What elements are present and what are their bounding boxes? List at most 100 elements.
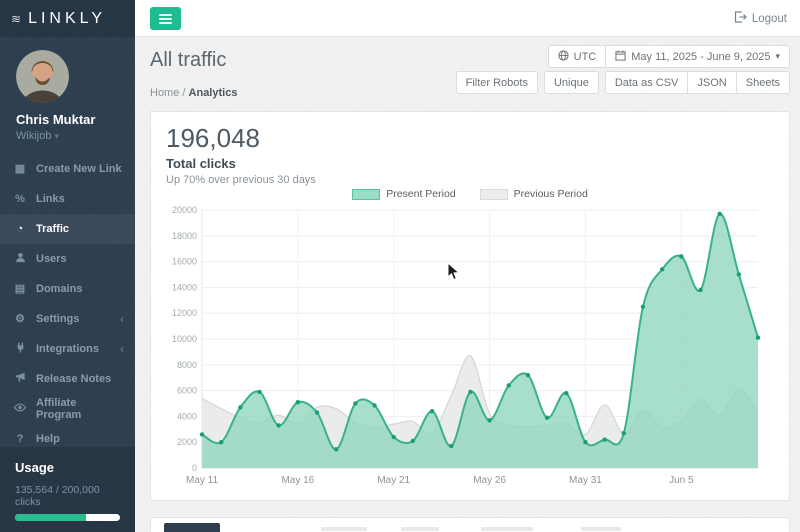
- logo[interactable]: ≋ LINKLY: [0, 0, 135, 37]
- svg-text:20000: 20000: [172, 205, 197, 215]
- sidebar-nav: ▦ Create New Link % Links ◔ Traffic User…: [0, 154, 135, 454]
- user-name: Chris Muktar: [16, 112, 96, 127]
- page-title: All traffic: [150, 49, 227, 71]
- export-group: Data as CSV JSON Sheets: [604, 71, 790, 94]
- sidebar-item-domains[interactable]: ▤ Domains: [0, 274, 135, 304]
- usage-clicks-text: 135,564 / 200,000 clicks: [15, 484, 100, 508]
- svg-text:18000: 18000: [172, 231, 197, 241]
- ghost-text: [321, 527, 367, 531]
- logout-label: Logout: [751, 12, 787, 25]
- svg-text:May 26: May 26: [473, 475, 506, 486]
- breadcrumb-separator: /: [182, 87, 186, 99]
- data-as-csv-button[interactable]: Data as CSV: [604, 71, 689, 94]
- unique-button[interactable]: Unique: [543, 71, 599, 94]
- usage-progress-bar: [15, 514, 120, 521]
- legend-present-period[interactable]: Present Period: [352, 188, 456, 200]
- link-percent-icon: %: [15, 192, 25, 205]
- question-icon: ?: [16, 432, 24, 445]
- svg-text:14000: 14000: [172, 282, 197, 292]
- ghost-text: [581, 527, 621, 531]
- total-clicks-label: Total clicks: [166, 156, 236, 171]
- traffic-card: 196,048 Total clicks Up 70% over previou…: [150, 111, 790, 501]
- chart-legend: Present Period Previous Period: [166, 188, 774, 200]
- total-clicks-subtitle: Up 70% over previous 30 days: [166, 174, 316, 186]
- sidebar-item-integrations[interactable]: Integrations ‹: [0, 334, 135, 364]
- sign-out-icon: [734, 11, 747, 26]
- ghost-text: [481, 527, 533, 531]
- calendar-icon: [615, 49, 626, 64]
- user-icon: [13, 252, 27, 266]
- usage-panel: Usage 135,564 / 200,000 clicks: [0, 447, 135, 532]
- profile-section: Chris Muktar Wikijob ▾: [0, 37, 135, 148]
- sidebar-item-affiliate-program[interactable]: Affiliate Program: [0, 394, 135, 424]
- content-area: All traffic Home / Analytics UTC May 11,…: [135, 37, 800, 532]
- usage-title: Usage: [15, 460, 55, 475]
- sidebar-item-label: Affiliate Program: [36, 397, 82, 421]
- sidebar-item-release-notes[interactable]: Release Notes: [0, 364, 135, 394]
- next-section-card: [150, 517, 790, 532]
- sidebar-item-traffic[interactable]: ◔ Traffic: [0, 214, 135, 244]
- avatar[interactable]: [16, 50, 69, 103]
- svg-text:May 21: May 21: [377, 475, 410, 486]
- next-section-button[interactable]: [164, 523, 220, 532]
- export-filter-row: Filter Robots Unique Data as CSV JSON Sh…: [455, 71, 790, 94]
- total-clicks-value: 196,048: [166, 123, 260, 153]
- svg-text:May 16: May 16: [281, 475, 314, 486]
- breadcrumb: Home / Analytics: [150, 87, 237, 99]
- svg-text:0: 0: [192, 463, 197, 473]
- list-icon: ▤: [14, 282, 26, 295]
- sidebar-item-label: Settings: [36, 313, 80, 325]
- caret-down-icon: ▾: [775, 51, 780, 61]
- logo-text: LINKLY: [28, 9, 107, 27]
- sidebar-item-label: Domains: [36, 283, 83, 295]
- linkly-wave-icon: ≋: [11, 11, 22, 26]
- page-head-left: All traffic Home / Analytics: [150, 45, 237, 99]
- svg-text:10000: 10000: [172, 334, 197, 344]
- pie-chart-icon: ◔: [16, 222, 24, 235]
- svg-text:16000: 16000: [172, 257, 197, 267]
- breadcrumb-home[interactable]: Home: [150, 87, 179, 99]
- svg-text:6000: 6000: [177, 386, 197, 396]
- svg-text:12000: 12000: [172, 308, 197, 318]
- svg-text:May 31: May 31: [569, 475, 602, 486]
- chevron-left-icon: ‹: [120, 342, 124, 356]
- sidebar-item-label: Create New Link: [36, 163, 122, 175]
- sheets-button[interactable]: Sheets: [736, 71, 790, 94]
- traffic-chart[interactable]: 0 2000 4000 6000 8000 10000 12000 14000 16000 180…: [166, 204, 772, 492]
- sidebar-item-create-new-link[interactable]: ▦ Create New Link: [0, 154, 135, 184]
- ghost-text: [401, 527, 439, 531]
- caret-down-icon: ▾: [54, 131, 60, 141]
- org-dropdown[interactable]: Wikijob ▾: [16, 130, 119, 142]
- svg-text:8000: 8000: [177, 360, 197, 370]
- date-range-picker[interactable]: May 11, 2025 - June 9, 2025 ▾: [606, 45, 790, 68]
- svg-text:4000: 4000: [177, 411, 197, 421]
- utc-button[interactable]: UTC: [547, 45, 607, 68]
- top-bar: Logout: [135, 0, 800, 37]
- logout-button[interactable]: Logout: [734, 0, 787, 37]
- sidebar-item-users[interactable]: Users: [0, 244, 135, 274]
- globe-icon: [558, 49, 569, 64]
- menu-toggle-button[interactable]: [150, 7, 181, 30]
- present-period-swatch: [352, 188, 381, 200]
- megaphone-icon: [13, 372, 27, 386]
- sidebar-item-settings[interactable]: ⚙ Settings ‹: [0, 304, 135, 334]
- sidebar-item-label: Traffic: [36, 223, 70, 235]
- breadcrumb-current: Analytics: [188, 87, 238, 99]
- chevron-left-icon: ‹: [120, 312, 124, 326]
- header-controls: UTC May 11, 2025 - June 9, 2025 ▾ Filter…: [455, 45, 790, 94]
- gear-icon: ⚙: [15, 312, 25, 325]
- timezone-date-group: UTC May 11, 2025 - June 9, 2025 ▾: [547, 45, 790, 68]
- usage-progress-fill: [15, 514, 87, 521]
- sidebar-item-label: Help: [36, 433, 60, 445]
- plug-icon: [13, 342, 27, 356]
- legend-previous-period[interactable]: Previous Period: [479, 188, 588, 200]
- filter-robots-button[interactable]: Filter Robots: [455, 71, 538, 94]
- previous-period-swatch: [479, 188, 508, 200]
- sidebar-item-label: Release Notes: [36, 373, 112, 385]
- sidebar-item-label: Integrations: [36, 343, 99, 355]
- sidebar-item-links[interactable]: % Links: [0, 184, 135, 214]
- svg-text:Jun 5: Jun 5: [669, 475, 694, 486]
- app-window: ≋ LINKLY Chris Muktar Wikijob ▾ ▦ Create…: [0, 0, 800, 532]
- grid-icon: ▦: [14, 162, 26, 175]
- json-button[interactable]: JSON: [688, 71, 737, 94]
